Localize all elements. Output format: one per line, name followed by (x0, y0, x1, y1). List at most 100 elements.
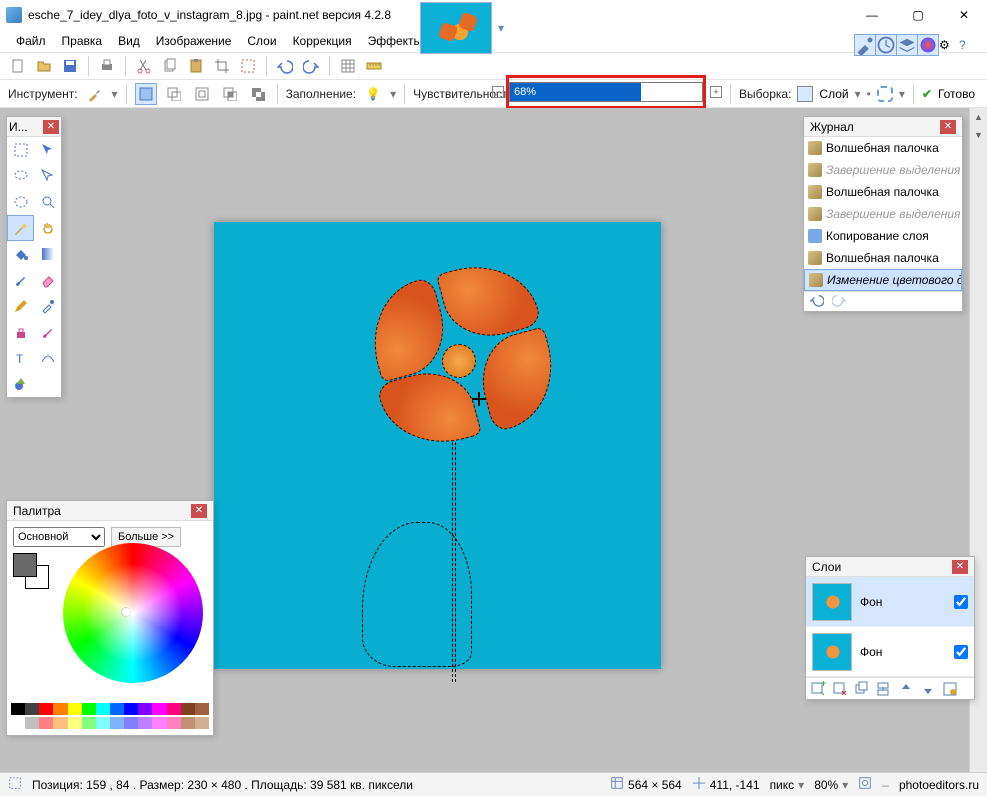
palette-swatch[interactable] (11, 717, 25, 729)
tool-recolor[interactable] (34, 319, 61, 345)
tool-pencil[interactable] (7, 293, 34, 319)
palette-swatch[interactable] (68, 717, 82, 729)
palette-swatch[interactable] (167, 717, 181, 729)
palette-close-icon[interactable]: ✕ (191, 504, 207, 518)
open-icon[interactable] (34, 56, 54, 76)
palette-swatch[interactable] (82, 717, 96, 729)
history-item[interactable]: Завершение выделения палочкой (804, 159, 962, 181)
help-icon[interactable]: ? (959, 38, 979, 52)
tool-text[interactable]: T (7, 345, 34, 371)
canvas[interactable] (214, 222, 661, 669)
selmode-add[interactable] (163, 83, 185, 105)
menu-layers[interactable]: Слои (239, 32, 284, 50)
palette-swatch[interactable] (82, 703, 96, 715)
layer-properties-icon[interactable] (942, 681, 958, 697)
tool-zoom[interactable] (34, 189, 61, 215)
palette-swatch[interactable] (195, 703, 209, 715)
menu-image[interactable]: Изображение (148, 32, 240, 50)
thumb-dropdown-icon[interactable]: ▾ (498, 21, 504, 35)
selection-shape-icon[interactable] (877, 86, 893, 102)
palette-strip-1[interactable] (11, 703, 209, 715)
tool-picker-icon[interactable] (84, 83, 106, 105)
menu-file[interactable]: Файл (8, 32, 54, 50)
tool-magic-wand[interactable] (7, 215, 34, 241)
status-unit[interactable]: пикс (770, 778, 795, 792)
palette-swatch[interactable] (181, 703, 195, 715)
tool-ellipse-select[interactable] (7, 189, 34, 215)
palette-swatch[interactable] (25, 717, 39, 729)
history-item[interactable]: Волшебная палочка (804, 247, 962, 269)
print-icon[interactable] (97, 56, 117, 76)
status-zoom[interactable]: 80% (814, 778, 838, 792)
redo-icon[interactable] (301, 56, 321, 76)
palette-swatch[interactable] (96, 703, 110, 715)
layers-close-icon[interactable]: ✕ (952, 560, 968, 574)
grid-icon[interactable] (338, 56, 358, 76)
selmode-xor[interactable] (247, 83, 269, 105)
tolerance-slider[interactable]: 68% (509, 82, 703, 102)
layer-movedown-icon[interactable] (920, 681, 936, 697)
layer-mergedown-icon[interactable] (876, 681, 892, 697)
tool-line[interactable] (34, 345, 61, 371)
palette-swatch[interactable] (39, 703, 53, 715)
settings-icon[interactable]: ⚙ (939, 38, 959, 52)
layers-panel-toggle[interactable] (896, 34, 918, 56)
palette-swatch[interactable] (53, 717, 67, 729)
foreground-swatch[interactable] (13, 553, 37, 577)
color-wheel[interactable] (63, 543, 203, 683)
history-item[interactable]: Волшебная палочка (804, 137, 962, 159)
scroll-up-icon[interactable]: ▲ (970, 108, 987, 126)
palette-swatch[interactable] (39, 717, 53, 729)
tools-close-icon[interactable]: ✕ (43, 120, 59, 134)
palette-swatch[interactable] (96, 717, 110, 729)
crop-icon[interactable] (212, 56, 232, 76)
selmode-replace[interactable] (135, 83, 157, 105)
palette-swatch[interactable] (138, 703, 152, 715)
selmode-subtract[interactable] (191, 83, 213, 105)
copy-icon[interactable] (160, 56, 180, 76)
layer-add-icon[interactable]: + (810, 681, 826, 697)
menu-edit[interactable]: Правка (54, 32, 111, 50)
palette-strip-2[interactable] (11, 717, 209, 729)
tool-brush[interactable] (7, 267, 34, 293)
undo-icon[interactable] (275, 56, 295, 76)
ruler-icon[interactable] (364, 56, 384, 76)
palette-swatch[interactable] (68, 703, 82, 715)
history-close-icon[interactable]: ✕ (940, 120, 956, 134)
history-item[interactable]: Завершение выделения палочкой (804, 203, 962, 225)
palette-swatch[interactable] (152, 717, 166, 729)
fgbg-swatches[interactable] (13, 553, 37, 577)
palette-swatch[interactable] (167, 703, 181, 715)
tool-clone[interactable] (7, 319, 34, 345)
palette-swatch[interactable] (110, 703, 124, 715)
tolerance-decrement[interactable]: − (492, 86, 504, 98)
scroll-down-icon[interactable]: ▼ (970, 126, 987, 144)
palette-swatch[interactable] (53, 703, 67, 715)
palette-swatch[interactable] (138, 717, 152, 729)
layer-delete-icon[interactable] (832, 681, 848, 697)
menu-view[interactable]: Вид (110, 32, 148, 50)
save-icon[interactable] (60, 56, 80, 76)
tool-lasso[interactable] (7, 163, 34, 189)
history-panel-toggle[interactable] (875, 34, 897, 56)
layer-row[interactable]: Фон (806, 627, 974, 677)
colors-panel-toggle[interactable] (917, 34, 939, 56)
cut-icon[interactable] (134, 56, 154, 76)
color-wheel-cursor[interactable] (121, 607, 131, 617)
menu-adjust[interactable]: Коррекция (285, 32, 360, 50)
tool-color-picker[interactable] (34, 293, 61, 319)
tool-shapes[interactable] (7, 371, 34, 397)
layer-moveup-icon[interactable] (898, 681, 914, 697)
new-icon[interactable] (8, 56, 28, 76)
tool-eraser[interactable] (34, 267, 61, 293)
palette-swatch[interactable] (110, 717, 124, 729)
palette-mode-select[interactable]: Основной (13, 527, 105, 547)
palette-swatch[interactable] (11, 703, 25, 715)
palette-swatch[interactable] (124, 703, 138, 715)
finish-button[interactable]: Готово (938, 87, 975, 101)
paste-icon[interactable] (186, 56, 206, 76)
deselect-icon[interactable] (238, 56, 258, 76)
minimize-button[interactable]: ― (849, 0, 895, 30)
tool-rect-select[interactable] (7, 137, 34, 163)
layer-visibility-checkbox[interactable] (954, 595, 968, 609)
